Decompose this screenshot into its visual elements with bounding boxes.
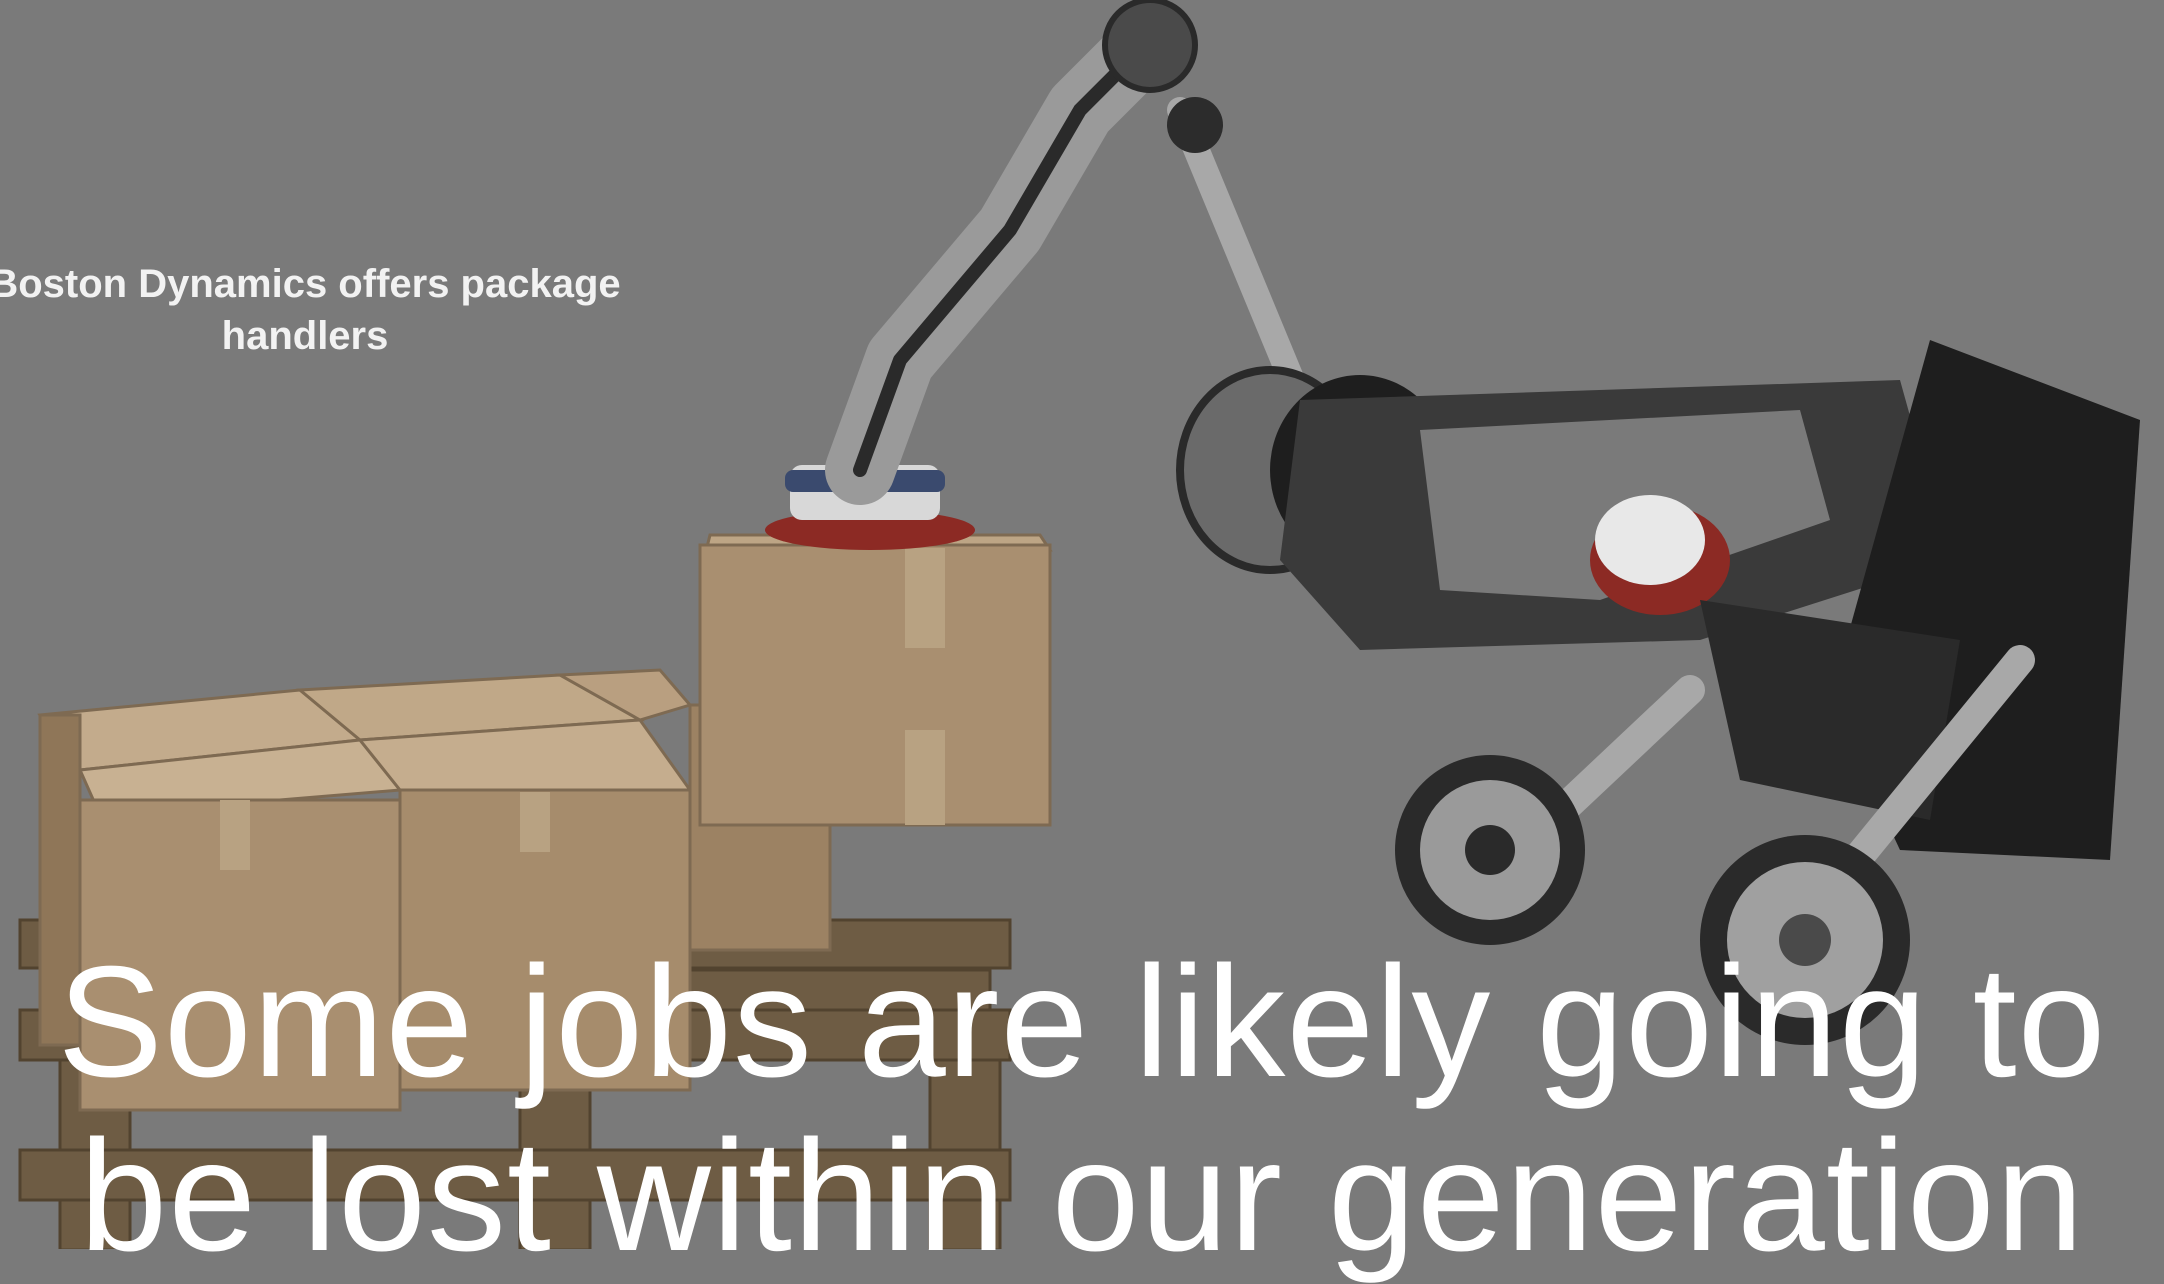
robot-body [1176,340,2140,860]
slide: Boston Dynamics offers package handlers … [0,0,2164,1283]
photo-caption: Boston Dynamics offers package handlers [0,262,621,358]
slide-headline: Some jobs are likely going to be lost wi… [0,935,2164,1283]
headline-line-2: be lost within our generation [79,1108,2085,1284]
headline-line-1: Some jobs are likely going to [57,934,2107,1110]
lifted-box [698,533,1053,827]
